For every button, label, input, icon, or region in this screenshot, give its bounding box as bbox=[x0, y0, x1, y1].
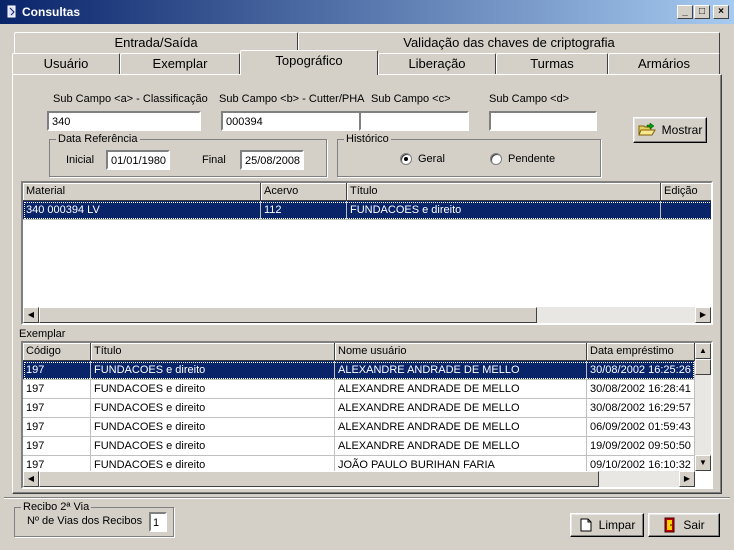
subcampo-b-input[interactable]: 000394 bbox=[221, 111, 365, 131]
inicial-date-input[interactable]: 01/01/1980 bbox=[106, 150, 170, 170]
scroll-thumb[interactable] bbox=[39, 307, 537, 323]
table-row[interactable]: 197 FUNDACOES e direito ALEXANDRE ANDRAD… bbox=[23, 361, 695, 380]
vias-label: Nº de Vias dos Recibos bbox=[27, 515, 143, 527]
data-referencia-legend: Data Referência bbox=[56, 133, 140, 145]
recibo-legend: Recibo 2ª Via bbox=[21, 501, 92, 513]
subcampo-c-input[interactable] bbox=[359, 111, 469, 131]
recibo-group: Recibo 2ª Via Nº de Vias dos Recibos 1 bbox=[14, 501, 174, 537]
scroll-left-icon[interactable]: ◀ bbox=[23, 307, 39, 323]
exemplar-grid[interactable]: Código Título Nome usuário Data emprésti… bbox=[21, 341, 713, 489]
sair-button[interactable]: Sair bbox=[648, 513, 720, 537]
table-row[interactable]: 197 FUNDACOES e direito ALEXANDRE ANDRAD… bbox=[23, 399, 695, 418]
scroll-up-icon[interactable]: ▲ bbox=[695, 343, 711, 359]
tab-armarios[interactable]: Armários bbox=[608, 53, 720, 75]
exemplar-vscrollbar[interactable]: ▲ ▼ bbox=[695, 343, 711, 471]
exemplar-label: Exemplar bbox=[19, 328, 66, 340]
close-button[interactable]: × bbox=[713, 5, 729, 19]
window-title: Consultas bbox=[22, 5, 81, 19]
title-bar: Consultas _ □ × bbox=[0, 0, 734, 24]
col-codigo[interactable]: Código bbox=[23, 343, 91, 361]
subcampo-c-label: Sub Campo <c> bbox=[371, 93, 451, 105]
table-row[interactable]: 340 000394 LV 112 FUNDACOES e direito bbox=[23, 201, 711, 220]
col-nome-usuario[interactable]: Nome usuário bbox=[335, 343, 587, 361]
scroll-down-icon[interactable]: ▼ bbox=[695, 455, 711, 471]
scroll-right-icon[interactable]: ▶ bbox=[679, 471, 695, 487]
material-grid[interactable]: Material Acervo Título Edição 340 000394… bbox=[21, 181, 713, 325]
minimize-button[interactable]: _ bbox=[677, 5, 693, 19]
table-row[interactable]: 197 FUNDACOES e direito ALEXANDRE ANDRAD… bbox=[23, 437, 695, 456]
sair-label: Sair bbox=[683, 518, 705, 532]
final-date-input[interactable]: 25/08/2008 bbox=[240, 150, 304, 170]
tab-usuario[interactable]: Usuário bbox=[12, 53, 120, 75]
subcampo-d-input[interactable] bbox=[489, 111, 597, 131]
tab-topografico[interactable]: Topográfico bbox=[240, 50, 378, 75]
geral-label[interactable]: Geral bbox=[418, 153, 445, 165]
geral-radio[interactable] bbox=[400, 153, 412, 165]
scroll-thumb[interactable] bbox=[39, 471, 599, 487]
scroll-thumb[interactable] bbox=[695, 359, 711, 375]
table-row[interactable]: 197 FUNDACOES e direito ALEXANDRE ANDRAD… bbox=[23, 380, 695, 399]
folder-open-icon bbox=[637, 123, 656, 136]
app-icon bbox=[7, 5, 16, 18]
subcampo-b-label: Sub Campo <b> - Cutter/PHA bbox=[219, 93, 365, 105]
exemplar-grid-header: Código Título Nome usuário Data emprésti… bbox=[23, 343, 695, 361]
blank-page-icon bbox=[580, 518, 592, 532]
final-label: Final bbox=[202, 154, 226, 166]
historico-legend: Histórico bbox=[344, 133, 391, 145]
limpar-button[interactable]: Limpar bbox=[570, 513, 644, 537]
subcampo-d-label: Sub Campo <d> bbox=[489, 93, 570, 105]
bottom-divider bbox=[4, 497, 730, 499]
historico-group: Histórico Geral Pendente bbox=[337, 133, 601, 177]
subcampo-a-label: Sub Campo <a> - Classificação bbox=[53, 93, 208, 105]
data-referencia-group: Data Referência Inicial 01/01/1980 Final… bbox=[49, 133, 327, 177]
tab-liberacao[interactable]: Liberação bbox=[378, 53, 496, 75]
col-titulo[interactable]: Título bbox=[347, 183, 661, 201]
col-titulo[interactable]: Título bbox=[91, 343, 335, 361]
scroll-left-icon[interactable]: ◀ bbox=[23, 471, 39, 487]
scroll-right-icon[interactable]: ▶ bbox=[695, 307, 711, 323]
inicial-label: Inicial bbox=[66, 154, 95, 166]
topografico-panel: Sub Campo <a> - Classificação Sub Campo … bbox=[12, 74, 722, 494]
col-data-emprestimo[interactable]: Data empréstimo bbox=[587, 343, 695, 361]
tab-exemplar[interactable]: Exemplar bbox=[120, 53, 240, 75]
material-grid-header: Material Acervo Título Edição bbox=[23, 183, 711, 201]
col-edicao[interactable]: Edição bbox=[661, 183, 711, 201]
col-material[interactable]: Material bbox=[23, 183, 261, 201]
table-row[interactable]: 197 FUNDACOES e direito ALEXANDRE ANDRAD… bbox=[23, 418, 695, 437]
tab-turmas[interactable]: Turmas bbox=[496, 53, 608, 75]
mostrar-label: Mostrar bbox=[661, 123, 703, 137]
vias-input[interactable]: 1 bbox=[149, 512, 167, 532]
limpar-label: Limpar bbox=[598, 518, 636, 532]
exit-door-icon bbox=[664, 517, 675, 533]
mostrar-button[interactable]: Mostrar bbox=[633, 117, 707, 143]
col-acervo[interactable]: Acervo bbox=[261, 183, 347, 201]
maximize-button[interactable]: □ bbox=[694, 5, 710, 19]
subcampo-a-input[interactable]: 340 bbox=[47, 111, 201, 131]
material-hscrollbar[interactable]: ◀ ▶ bbox=[23, 307, 711, 323]
pendente-radio[interactable] bbox=[490, 153, 502, 165]
exemplar-hscrollbar[interactable]: ◀ ▶ bbox=[23, 471, 695, 487]
pendente-label[interactable]: Pendente bbox=[508, 153, 555, 165]
